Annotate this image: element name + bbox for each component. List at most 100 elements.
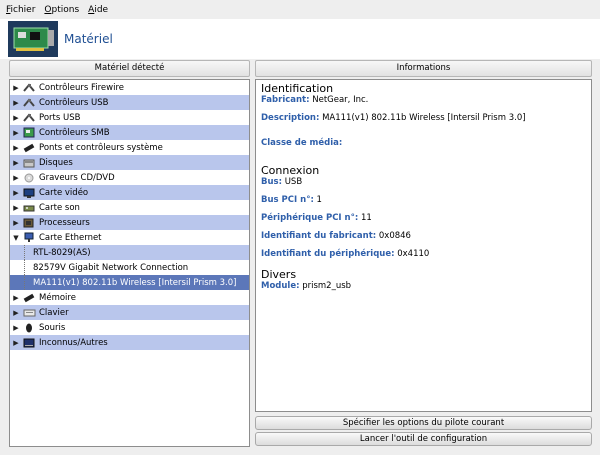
smb-icon [22, 127, 36, 139]
banner-title: Matériel [64, 32, 113, 46]
expand-arrow-icon[interactable]: ▶ [10, 189, 22, 197]
firewire-icon [22, 82, 36, 94]
tree-connector [24, 260, 25, 275]
tree-item-keyboard[interactable]: ▶ Clavier [10, 305, 249, 320]
tree-item-label: MA111(v1) 802.11b Wireless [Intersil Pri… [33, 277, 237, 288]
tree-item-usb-ports[interactable]: ▶ Ports USB [10, 110, 249, 125]
config-tool-button[interactable]: Lancer l'outil de configuration [255, 432, 592, 446]
field-value: prism2_usb [302, 281, 352, 291]
field-key: Bus: [261, 177, 282, 187]
memory-icon [22, 292, 36, 304]
section-connexion-title: Connexion [261, 164, 320, 177]
menu-aide-label: ide [94, 4, 109, 15]
tree-item-ethernet[interactable]: ▼ Carte Ethernet [10, 230, 249, 245]
tree-item-label: Clavier [39, 307, 69, 318]
tree-item-label: Processeurs [39, 217, 90, 228]
field-classe-media: Classe de média: [261, 138, 586, 149]
field-key: Fabricant: [261, 95, 310, 105]
tree-item-mouse[interactable]: ▶ Souris [10, 320, 249, 335]
tree-item-ma111[interactable]: MA111(v1) 802.11b Wireless [Intersil Pri… [10, 275, 249, 290]
tree-item-label: 82579V Gigabit Network Connection [33, 262, 189, 273]
tree-item-label: Ponts et contrôleurs système [39, 142, 163, 153]
unknown-icon [22, 337, 36, 349]
expand-arrow-icon[interactable]: ▶ [10, 114, 22, 122]
tree-item-bridges[interactable]: ▶ Ponts et contrôleurs système [10, 140, 249, 155]
field-peripherique-pci: Périphérique PCI n°: 11 [261, 213, 586, 224]
tree-item-label: Contrôleurs USB [39, 97, 109, 108]
expand-arrow-icon[interactable]: ▶ [10, 219, 22, 227]
tree-item-label: Souris [39, 322, 66, 333]
banner: Matériel [0, 19, 600, 59]
tree-item-label: Carte Ethernet [39, 232, 102, 243]
tree-item-cd-dvd[interactable]: ▶ Graveurs CD/DVD [10, 170, 249, 185]
expand-arrow-icon[interactable]: ▶ [10, 99, 22, 107]
expand-arrow-icon[interactable]: ▶ [10, 294, 22, 302]
processor-icon [22, 217, 36, 229]
tree-item-firewire[interactable]: ▶ Contrôleurs Firewire [10, 80, 249, 95]
menu-fichier-label: ichier [10, 4, 36, 15]
field-value: NetGear, Inc. [312, 95, 369, 105]
tree-item-label: Mémoire [39, 292, 76, 303]
tree-item-usb-controllers[interactable]: ▶ Contrôleurs USB [10, 95, 249, 110]
expand-arrow-icon[interactable]: ▶ [10, 84, 22, 92]
field-key: Description: [261, 113, 320, 123]
tree-item-label: Disques [39, 157, 73, 168]
field-fabricant: Fabricant: NetGear, Inc. [261, 95, 586, 106]
expand-arrow-icon[interactable]: ▶ [10, 129, 22, 137]
field-value: 0x4110 [397, 249, 430, 259]
tree-item-label: Contrôleurs SMB [39, 127, 110, 138]
hardware-card-icon [8, 21, 58, 57]
expand-arrow-icon[interactable]: ▶ [10, 144, 22, 152]
detected-hardware-header[interactable]: Matériel détecté [9, 60, 250, 77]
field-value: USB [284, 177, 303, 187]
menu-options-accel: O [44, 4, 52, 15]
menu-fichier[interactable]: Fichier [6, 5, 35, 15]
field-value: MA111(v1) 802.11b Wireless [Intersil Pri… [322, 113, 526, 123]
expand-arrow-icon[interactable]: ▶ [10, 174, 22, 182]
hardware-tree[interactable]: ▶ Contrôleurs Firewire ▶ Contrôleurs USB… [9, 79, 250, 447]
menu-aide[interactable]: Aide [88, 5, 108, 15]
expand-arrow-icon[interactable]: ▶ [10, 159, 22, 167]
field-key: Module: [261, 281, 300, 291]
tree-item-rtl8029[interactable]: RTL-8029(AS) [10, 245, 249, 260]
keyboard-icon [22, 307, 36, 319]
menu-options[interactable]: Options [44, 5, 79, 15]
section-divers-title: Divers [261, 268, 297, 281]
tree-item-label: Carte vidéo [39, 187, 89, 198]
tree-item-processors[interactable]: ▶ Processeurs [10, 215, 249, 230]
tree-item-disks[interactable]: ▶ Disques [10, 155, 249, 170]
field-bus-pci: Bus PCI n°: 1 [261, 195, 586, 206]
bridge-icon [22, 142, 36, 154]
tree-item-unknown[interactable]: ▶ Inconnus/Autres [10, 335, 249, 350]
information-panel: Identification Fabricant: NetGear, Inc. … [255, 79, 592, 412]
tree-item-memory[interactable]: ▶ Mémoire [10, 290, 249, 305]
field-key: Identifiant du fabricant: [261, 231, 377, 241]
tree-item-label: Graveurs CD/DVD [39, 172, 115, 183]
field-key: Identifiant du périphérique: [261, 249, 395, 259]
collapse-arrow-icon[interactable]: ▼ [10, 234, 22, 242]
tree-item-label: Contrôleurs Firewire [39, 82, 124, 93]
tree-item-sound[interactable]: ▶ Carte son [10, 200, 249, 215]
driver-options-button[interactable]: Spécifier les options du pilote courant [255, 416, 592, 430]
tree-item-label: RTL-8029(AS) [33, 247, 91, 258]
tree-item-video[interactable]: ▶ Carte vidéo [10, 185, 249, 200]
menubar: Fichier Options Aide [0, 0, 600, 19]
expand-arrow-icon[interactable]: ▶ [10, 309, 22, 317]
sound-card-icon [22, 202, 36, 214]
tree-item-label: Carte son [39, 202, 80, 213]
field-device-id: Identifiant du périphérique: 0x4110 [261, 249, 586, 260]
information-header[interactable]: Informations [255, 60, 592, 77]
expand-arrow-icon[interactable]: ▶ [10, 204, 22, 212]
section-identification-title: Identification [261, 82, 334, 95]
expand-arrow-icon[interactable]: ▶ [10, 339, 22, 347]
field-key: Classe de média: [261, 138, 343, 148]
tree-item-82579v[interactable]: 82579V Gigabit Network Connection [10, 260, 249, 275]
expand-arrow-icon[interactable]: ▶ [10, 324, 22, 332]
mouse-icon [22, 322, 36, 334]
tree-item-label: Ports USB [39, 112, 81, 123]
tree-item-label: Inconnus/Autres [39, 337, 108, 348]
tree-item-smb[interactable]: ▶ Contrôleurs SMB [10, 125, 249, 140]
field-value: 0x0846 [378, 231, 411, 241]
cd-icon [22, 172, 36, 184]
tree-connector [24, 245, 25, 260]
